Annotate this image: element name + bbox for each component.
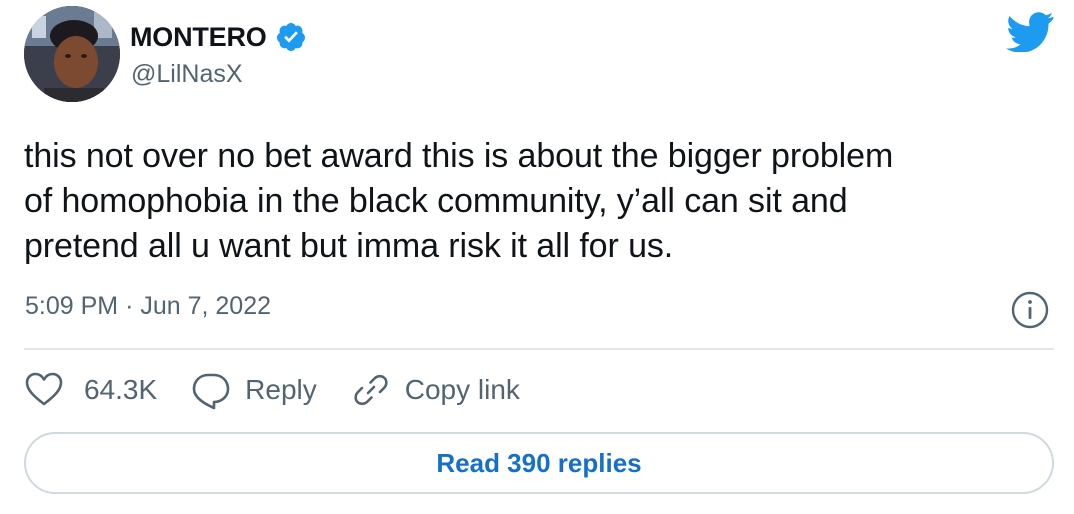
avatar-photo [24, 6, 120, 102]
divider [24, 348, 1054, 350]
reply-button[interactable]: Reply [191, 370, 317, 410]
copy-link-button[interactable]: Copy link [351, 370, 520, 410]
tweet-date[interactable]: Jun 7, 2022 [140, 292, 271, 320]
action-bar: 64.3K Reply Copy link [24, 368, 554, 412]
info-icon[interactable] [1010, 290, 1050, 330]
user-handle[interactable]: @LilNasX [131, 60, 243, 89]
like-count: 64.3K [84, 374, 158, 405]
timestamp-separator: · [125, 292, 134, 320]
embedded-tweet-card: MONTERO @LilNasX this not over no bet aw… [0, 0, 1074, 514]
like-button[interactable]: 64.3K [24, 370, 157, 410]
reply-label: Reply [245, 374, 317, 405]
tweet-text: this not over no bet award this is about… [24, 137, 894, 265]
avatar[interactable] [24, 6, 120, 102]
display-name[interactable]: MONTERO [130, 22, 267, 53]
speech-bubble-icon [192, 373, 230, 410]
copy-link-label: Copy link [404, 374, 520, 405]
twitter-bird-icon[interactable] [1006, 12, 1054, 53]
tweet-time[interactable]: 5:09 PM [25, 292, 118, 320]
verified-badge-icon [275, 21, 307, 53]
link-icon [354, 374, 388, 406]
tweet-timestamp[interactable]: 5:09 PM · Jun 7, 2022 [25, 292, 271, 321]
read-replies-button[interactable]: Read 390 replies [24, 432, 1054, 494]
author-name-row[interactable]: MONTERO [130, 20, 307, 54]
heart-icon [25, 372, 63, 406]
